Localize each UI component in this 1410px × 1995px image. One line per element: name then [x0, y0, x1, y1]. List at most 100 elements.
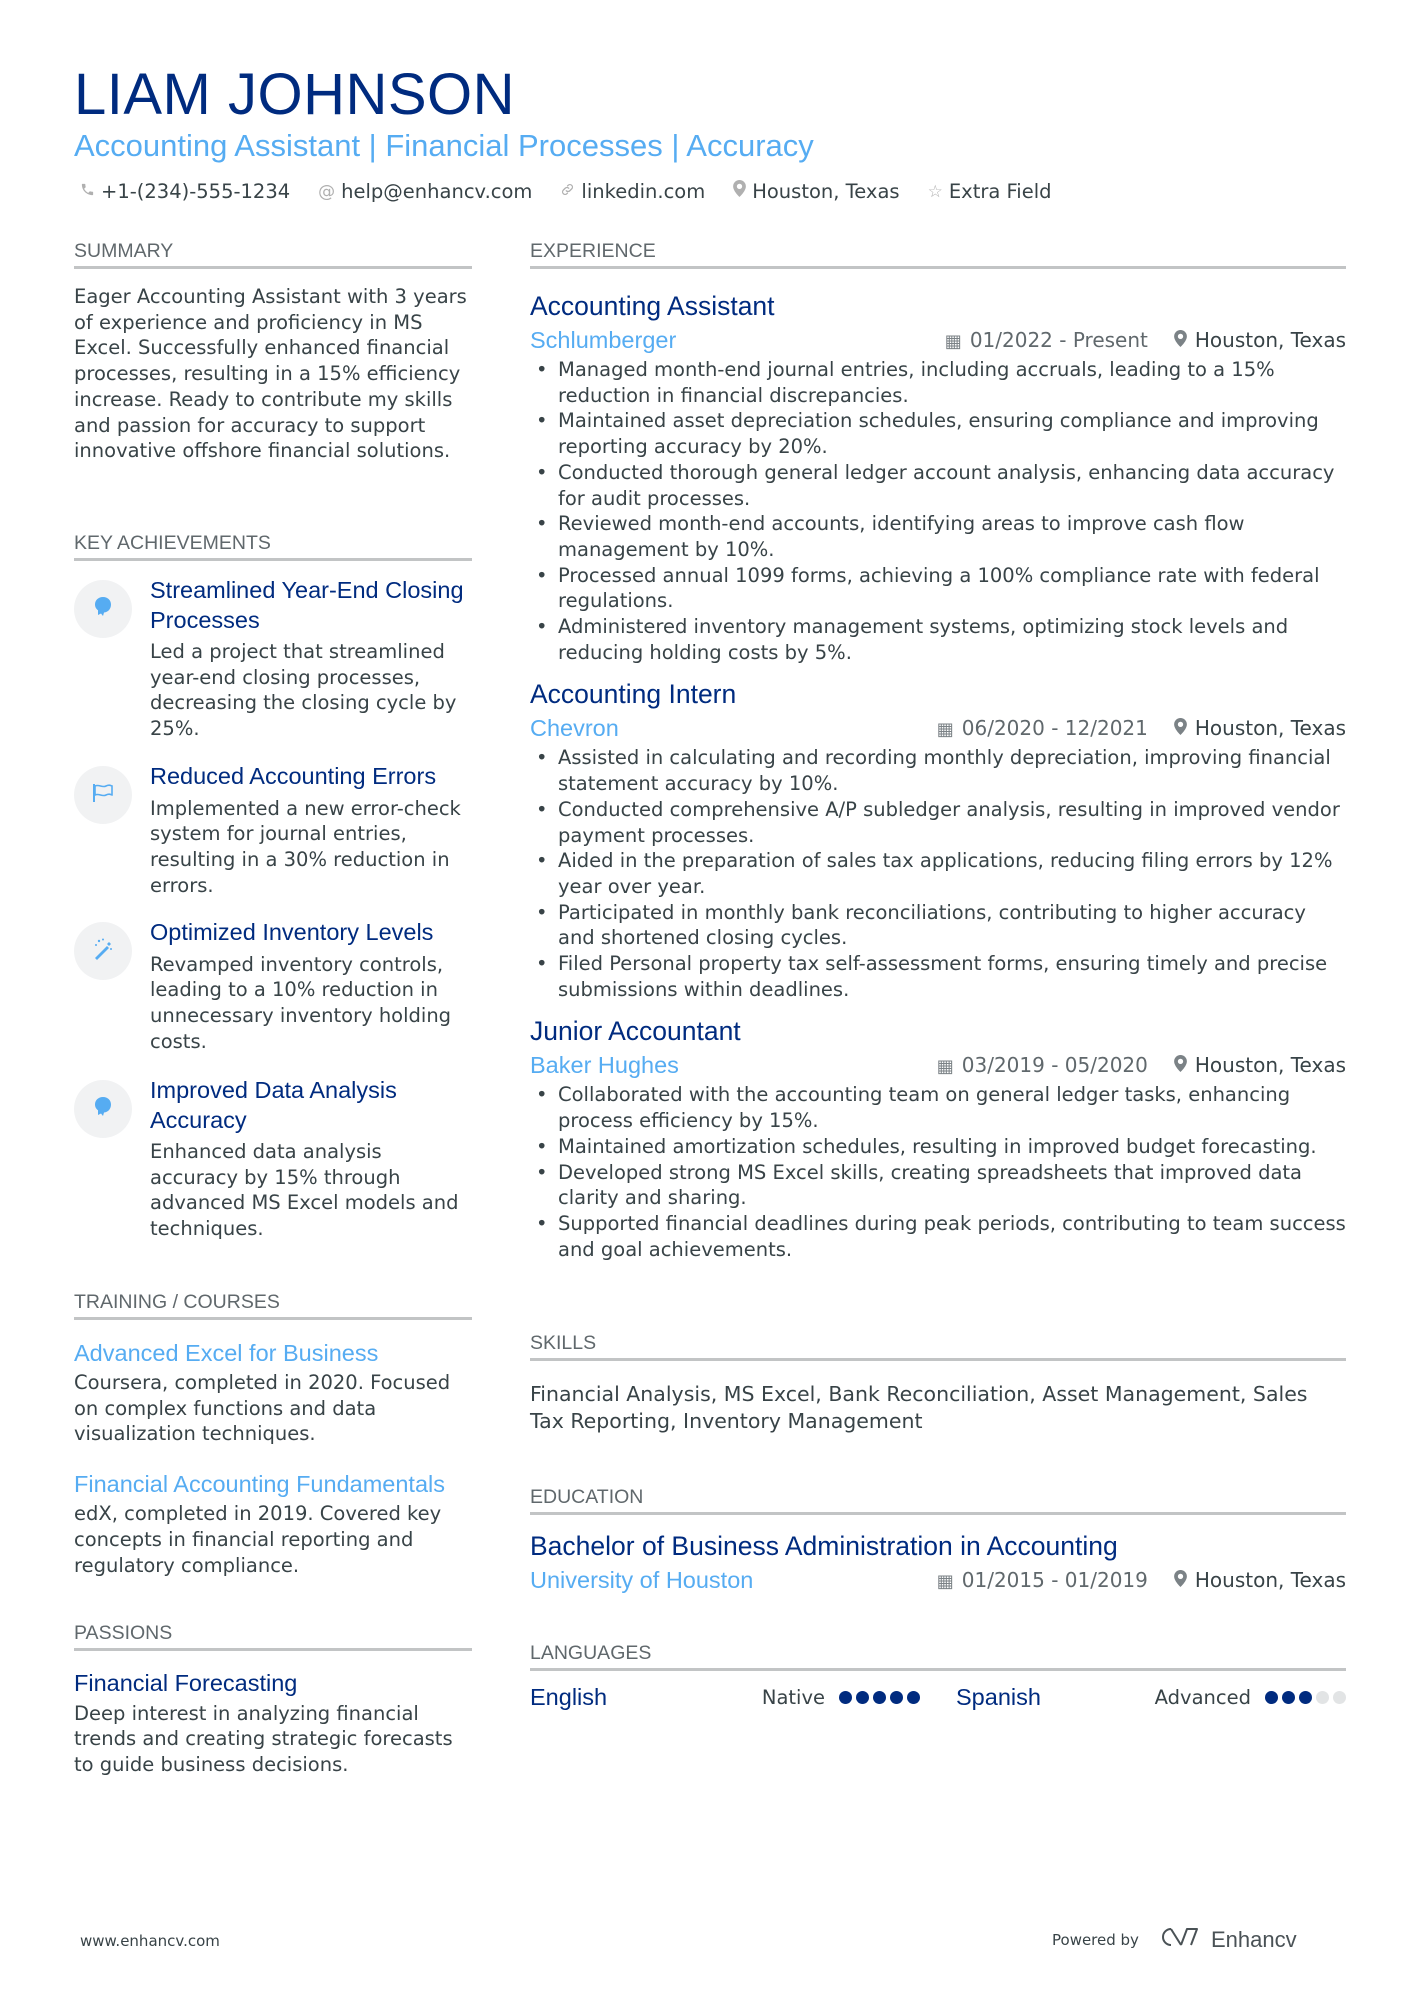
- job-bullet: Collaborated with the accounting team on…: [536, 1082, 1346, 1133]
- course-title: Financial Accounting Fundamentals: [74, 1471, 445, 1498]
- location-icon: [1174, 330, 1187, 352]
- course-text: edX, completed in 2019. Covered key conc…: [74, 1502, 442, 1577]
- language-item: English Native: [530, 1684, 920, 1711]
- education-heading: EDUCATION: [530, 1484, 1346, 1515]
- contact-email-text[interactable]: help@enhancv.com: [341, 178, 532, 206]
- achievement-title: Improved Data Analysis Accuracy: [150, 1077, 397, 1133]
- language-item: Spanish Advanced: [956, 1684, 1346, 1711]
- contact-location-text: Houston, Texas: [752, 180, 900, 203]
- education-dates: 01/2015 - 01/2019: [961, 1568, 1148, 1592]
- language-name: Spanish: [956, 1684, 1041, 1710]
- contact-extra: ☆ Extra Field: [928, 178, 1052, 206]
- job-meta: ▦ 03/2019 - 05/2020 Houston, Texas: [937, 1050, 1346, 1082]
- job-bullets: Managed month-end journal entries, inclu…: [530, 357, 1346, 665]
- job-bullet: Developed strong MS Excel skills, creati…: [536, 1160, 1346, 1211]
- job-title: Accounting Assistant: [530, 291, 775, 321]
- rating-dot-empty: [1316, 1691, 1329, 1704]
- skills-section: SKILLS Financial Analysis, MS Excel, Ban…: [530, 1330, 1346, 1435]
- calendar-icon: ▦: [944, 331, 962, 352]
- contact-linkedin-text[interactable]: linkedin.com: [581, 178, 705, 206]
- job-entry: Accounting Intern Chevron ▦ 06/2020 - 12/…: [530, 677, 1346, 1002]
- job-location: Houston, Texas: [1194, 1053, 1346, 1078]
- course-item: Financial Accounting Fundamentals edX, c…: [74, 1469, 472, 1578]
- education-section: EDUCATION Bachelor of Business Administr…: [530, 1484, 1346, 1597]
- powered-by-label: Powered by: [1052, 1931, 1139, 1949]
- achievement-text: Revamped inventory controls, leading to …: [150, 952, 452, 1053]
- contact-phone-text: +1-(234)-555-1234: [101, 180, 291, 203]
- experience-section: EXPERIENCE Accounting Assistant Schlumbe…: [530, 238, 1346, 1262]
- job-meta: ▦ 01/2022 - Present Houston, Texas: [945, 325, 1346, 357]
- achievements-section: KEY ACHIEVEMENTS Streamlined Year-End Cl…: [74, 530, 472, 1250]
- job-bullet: Managed month-end journal entries, inclu…: [536, 357, 1346, 408]
- at-icon: @: [318, 182, 336, 202]
- passion-item: Financial Forecasting Deep interest in a…: [74, 1669, 472, 1778]
- location-icon: [1174, 1055, 1187, 1077]
- rating-dot-filled: [907, 1691, 920, 1704]
- job-entry: Accounting Assistant Schlumberger ▦ 01/20…: [530, 289, 1346, 665]
- job-bullet: Administered inventory management system…: [536, 614, 1346, 665]
- language-level: Native: [761, 1686, 825, 1709]
- course-title: Advanced Excel for Business: [74, 1340, 379, 1366]
- enhancv-brand-text: Enhancv: [1210, 1927, 1297, 1952]
- course-text: Coursera, completed in 2020. Focused on …: [74, 1371, 451, 1446]
- location-icon: [1174, 1570, 1187, 1592]
- location-icon: [733, 178, 747, 206]
- job-bullet: Aided in the preparation of sales tax ap…: [536, 848, 1346, 899]
- job-title: Junior Accountant: [530, 1016, 741, 1047]
- job-meta: ▦ 06/2020 - 12/2021 Houston, Texas: [937, 713, 1346, 745]
- candidate-name: LIAM JOHNSON: [74, 62, 516, 127]
- job-entry: Junior Accountant Baker Hughes ▦ 03/2019 …: [530, 1014, 1346, 1262]
- language-name: English: [530, 1684, 608, 1710]
- job-bullet: Supported financial deadlines during pea…: [536, 1211, 1346, 1262]
- passions-section: PASSIONS Financial Forecasting Deep inte…: [74, 1620, 472, 1778]
- training-heading: TRAINING / COURSES: [74, 1289, 472, 1320]
- rating-dot-filled: [839, 1691, 852, 1704]
- contact-email[interactable]: @ help@enhancv.com: [318, 178, 532, 206]
- achievement-title: Reduced Accounting Errors: [150, 763, 437, 789]
- summary-heading: SUMMARY: [74, 238, 472, 269]
- enhancv-logo-icon: [1157, 1925, 1201, 1955]
- achievement-text: Enhanced data analysis accuracy by 15% t…: [150, 1140, 459, 1241]
- achievement-text: Implemented a new error-check system for…: [150, 796, 461, 897]
- experience-heading: EXPERIENCE: [530, 238, 1346, 269]
- footer-website[interactable]: www.enhancv.com: [80, 1932, 220, 1950]
- job-bullets: Collaborated with the accounting team on…: [530, 1082, 1346, 1262]
- job-dates: 01/2022 - Present: [969, 328, 1148, 352]
- education-location: Houston, Texas: [1194, 1568, 1346, 1592]
- skills-text: Financial Analysis, MS Excel, Bank Recon…: [530, 1382, 1308, 1433]
- achievement-icon-circle: [74, 922, 132, 980]
- flag-icon: [92, 783, 114, 807]
- job-bullet: Maintained amortization schedules, resul…: [536, 1134, 1346, 1160]
- languages-section: LANGUAGES English Native Spanish Advance…: [530, 1640, 1346, 1730]
- education-degree: Bachelor of Business Administration in A…: [530, 1531, 1118, 1561]
- job-bullets: Assisted in calculating and recording mo…: [530, 745, 1346, 1002]
- job-dates: 03/2019 - 05/2020: [961, 1053, 1148, 1078]
- rating-dot-filled: [1265, 1691, 1278, 1704]
- language-level: Advanced: [1154, 1686, 1251, 1709]
- job-bullet: Conducted comprehensive A/P subledger an…: [536, 797, 1346, 848]
- candidate-headline: Accounting Assistant | Financial Process…: [74, 128, 814, 163]
- contact-linkedin[interactable]: linkedin.com: [560, 178, 705, 206]
- rating-dot-empty: [1333, 1691, 1346, 1704]
- summary-section: SUMMARY Eager Accounting Assistant with …: [74, 238, 472, 464]
- rating-dot-filled: [873, 1691, 886, 1704]
- achievements-heading: KEY ACHIEVEMENTS: [74, 530, 472, 561]
- calendar-icon: ▦: [936, 719, 954, 741]
- language-rating: [1265, 1691, 1346, 1704]
- contact-location: Houston, Texas: [733, 178, 900, 206]
- summary-text: Eager Accounting Assistant with 3 years …: [74, 285, 467, 463]
- job-dates: 06/2020 - 12/2021: [961, 716, 1148, 741]
- phone-icon: [80, 178, 95, 206]
- job-bullet: Filed Personal property tax self-assessm…: [536, 951, 1346, 1002]
- footer-powered: Powered by Enhancv: [1052, 1925, 1297, 1955]
- languages-heading: LANGUAGES: [530, 1640, 1346, 1671]
- achievement-title: Optimized Inventory Levels: [150, 919, 434, 945]
- link-icon: [560, 178, 575, 206]
- location-icon: [1174, 718, 1187, 740]
- rating-dot-filled: [856, 1691, 869, 1704]
- job-bullet: Assisted in calculating and recording mo…: [536, 745, 1346, 796]
- achievement-icon-circle: [74, 1080, 132, 1138]
- enhancv-logo[interactable]: Enhancv: [1157, 1925, 1297, 1955]
- brain-head-icon: [93, 1096, 113, 1122]
- achievement-icon-circle: [74, 580, 132, 638]
